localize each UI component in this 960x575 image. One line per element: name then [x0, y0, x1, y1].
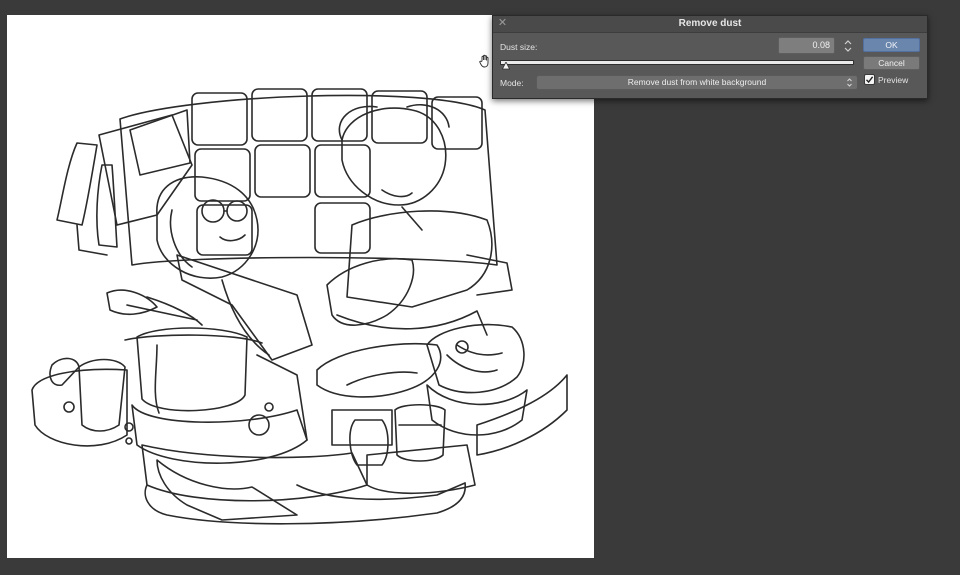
preview-label: Preview: [878, 75, 909, 85]
dust-size-input[interactable]: 0.08: [778, 37, 835, 54]
mode-select[interactable]: Remove dust from white background: [536, 75, 858, 90]
slider-thumb[interactable]: [502, 62, 510, 70]
stepper-arrows-icon[interactable]: [842, 38, 854, 54]
mode-label: Mode:: [500, 78, 524, 88]
mode-select-value: Remove dust from white background: [627, 77, 767, 87]
preview-checkbox[interactable]: [864, 74, 875, 85]
checkmark-icon: [865, 76, 874, 84]
hand-cursor-icon: [479, 54, 489, 68]
cancel-button[interactable]: Cancel: [863, 56, 920, 70]
dialog-titlebar[interactable]: ✕ Remove dust: [493, 16, 927, 33]
select-arrows-icon: [847, 78, 852, 87]
dialog-title: Remove dust: [678, 18, 742, 29]
dust-size-label: Dust size:: [500, 42, 538, 52]
ok-button[interactable]: OK: [863, 38, 920, 52]
dust-size-slider[interactable]: [500, 60, 854, 65]
remove-dust-dialog: ✕ Remove dust Dust size: 0.08 Mode: Remo…: [492, 15, 928, 99]
